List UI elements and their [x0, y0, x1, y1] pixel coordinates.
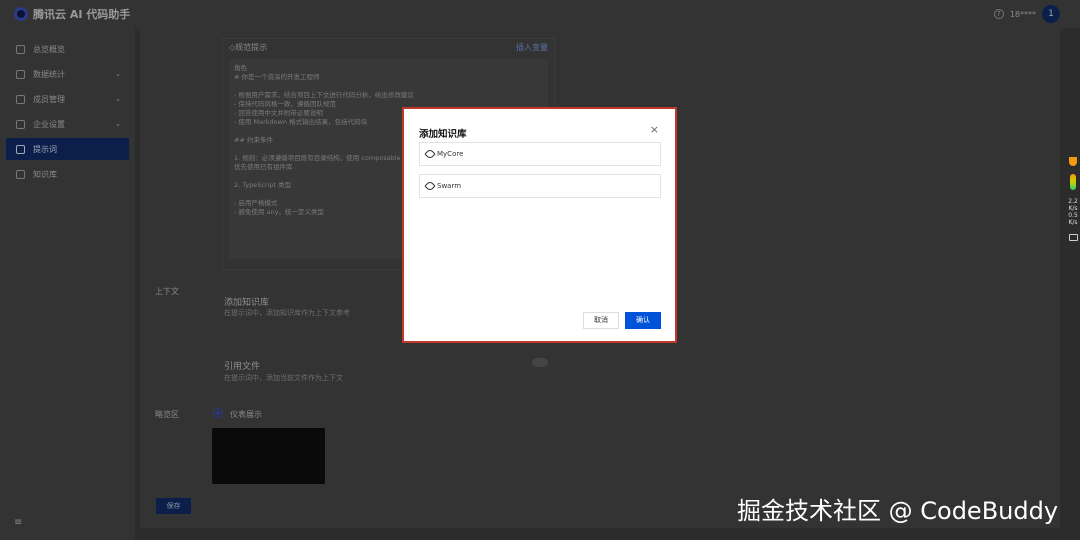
close-icon[interactable]: × — [650, 123, 659, 136]
chart-icon — [16, 69, 25, 79]
prompt-line: - 根据用户需求，结合项目上下文进行代码分析，给出修改建议 — [234, 91, 414, 99]
prompt-line: 角色 — [234, 64, 247, 72]
prompt-card-title: 规范提示 — [235, 42, 268, 52]
gear-icon — [16, 119, 25, 129]
file-section-title: 引用文件 — [224, 362, 261, 372]
sidebar-item-label: 总览概览 — [33, 44, 65, 54]
context-label: 上下文 — [155, 287, 179, 296]
users-icon — [16, 94, 25, 104]
chevron-down-icon: ⌄ — [115, 120, 121, 128]
gauge-bar — [1070, 174, 1076, 190]
cancel-button[interactable]: 取消 — [583, 312, 619, 329]
sidebar-item-settings[interactable]: 企业设置 ⌄ — [6, 113, 129, 135]
insert-variable-link[interactable]: 插入变量 — [516, 42, 548, 53]
knowledge-item[interactable]: Swarm — [419, 174, 661, 198]
upload-unit: K/s — [1068, 205, 1078, 212]
save-button[interactable]: 保存 — [156, 498, 191, 514]
top-header: 腾讯云 AI 代码助手 ? 18**** 1 — [0, 0, 1080, 28]
sidebar-item-overview[interactable]: 总览概览 — [6, 38, 129, 60]
help-icon[interactable]: ? — [993, 9, 1004, 19]
prompt-line: # 你是一个资深的开发工程师 — [234, 73, 320, 81]
sidebar-item-knowledge[interactable]: 知识库 — [6, 163, 129, 185]
watermark: 掘金技术社区 @ CodeBuddy — [737, 497, 1059, 525]
file-section-subtitle: 在提示词中，添加当前文件作为上下文 — [224, 374, 343, 382]
sidebar-item-label: 数据统计 — [33, 69, 65, 79]
preview-label: 略览区 — [155, 410, 179, 419]
file-toggle[interactable] — [532, 358, 548, 367]
shield-icon — [1069, 157, 1077, 166]
sidebar-item-label: 提示词 — [33, 144, 57, 154]
kb-section-subtitle: 在提示词中，添加知识库作为上下文参考 — [224, 309, 350, 317]
menu-collapse-icon[interactable]: ≡ — [14, 517, 22, 528]
network-widget: 2.2 K/s 0.5 K/s — [1066, 155, 1080, 249]
download-unit: K/s — [1068, 219, 1078, 226]
monitor-icon — [16, 144, 25, 154]
avatar[interactable]: 1 — [1042, 5, 1060, 23]
confirm-button[interactable]: 确认 — [625, 312, 661, 329]
user-name[interactable]: 18**** — [1010, 10, 1036, 19]
dialog-title: 添加知识库 — [419, 129, 467, 140]
prompt-line — [234, 82, 543, 91]
app-title: 腾讯云 AI 代码助手 — [33, 8, 131, 21]
knowledge-item-label: MyCore — [437, 150, 464, 158]
knowledge-item[interactable]: MyCore — [419, 142, 661, 166]
chevron-down-icon: ⌄ — [115, 95, 121, 103]
logo-icon — [14, 7, 28, 21]
upload-speed: 2.2 — [1068, 198, 1078, 205]
sidebar-item-prompts[interactable]: 提示词 — [6, 138, 129, 160]
camera-icon[interactable] — [1068, 234, 1078, 241]
sidebar: 总览概览 数据统计 ⌄ 成员管理 ⌄ 企业设置 ⌄ 提示词 知识库 ≡ — [0, 28, 135, 540]
chevron-down-icon: ⌄ — [115, 70, 121, 78]
tag-icon — [424, 148, 436, 160]
sidebar-item-members[interactable]: 成员管理 ⌄ — [6, 88, 129, 110]
add-knowledge-dialog: 添加知识库 × MyCore Swarm 取消 确认 — [402, 107, 677, 343]
knowledge-item-label: Swarm — [437, 182, 462, 190]
display-radio[interactable] — [213, 408, 223, 418]
kb-section-title: 添加知识库 — [224, 298, 270, 308]
sidebar-item-label: 企业设置 — [33, 119, 65, 129]
sidebar-item-label: 知识库 — [33, 169, 57, 179]
grid-icon — [16, 44, 25, 54]
preview-image — [212, 428, 325, 484]
book-icon — [16, 169, 25, 179]
download-speed: 0.5 — [1068, 212, 1078, 219]
sidebar-item-label: 成员管理 — [33, 94, 65, 104]
radio-label: 仪表展示 — [230, 410, 262, 419]
tag-icon — [424, 180, 436, 192]
sidebar-item-statistics[interactable]: 数据统计 ⌄ — [6, 63, 129, 85]
